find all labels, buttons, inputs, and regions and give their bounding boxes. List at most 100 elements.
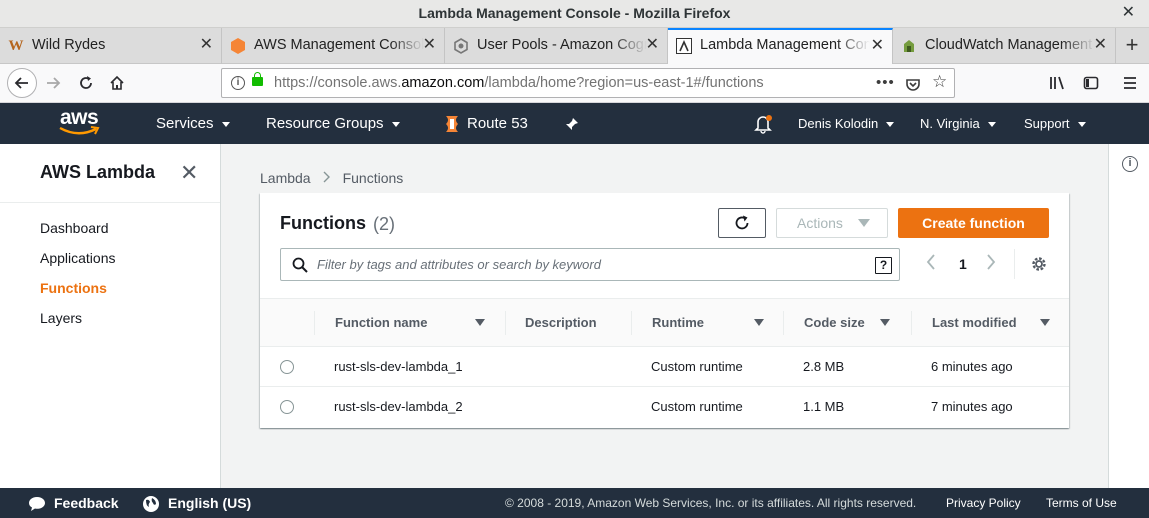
tab-bar: W Wild Rydes ✕ AWS Management Console ✕ …	[0, 28, 1149, 65]
region-menu[interactable]: N. Virginia	[920, 103, 996, 144]
sidebar-close-icon[interactable]: ✕	[180, 160, 198, 186]
library-button[interactable]	[1043, 68, 1073, 98]
window-titlebar: Lambda Management Console - Mozilla Fire…	[0, 0, 1149, 28]
forward-arrow-icon	[47, 77, 61, 89]
create-function-button[interactable]: Create function	[898, 208, 1049, 238]
refresh-icon	[735, 215, 749, 230]
function-last-modified: 6 minutes ago	[931, 359, 1013, 374]
function-code-size: 2.8 MB	[803, 359, 845, 374]
column-separator	[783, 311, 784, 335]
new-tab-button[interactable]: +	[1119, 28, 1145, 64]
hamburger-icon	[1124, 77, 1136, 89]
globe-icon	[143, 496, 159, 513]
aws-orange-hexagon-icon	[230, 38, 246, 54]
panel-title: Functions	[280, 213, 366, 233]
feedback-button[interactable]: Feedback	[28, 488, 119, 518]
page-actions-icon[interactable]: •••	[876, 69, 895, 97]
current-page[interactable]: 1	[959, 256, 967, 272]
tab-close-icon[interactable]: ✕	[423, 28, 436, 62]
column-separator	[314, 311, 315, 335]
aws-console-header: aws Services Resource Groups Route 53 De…	[0, 103, 1149, 144]
function-name-link[interactable]: rust-sls-dev-lambda_1	[334, 347, 463, 387]
table-row[interactable]: rust-sls-dev-lambda_2 Custom runtime 1.1…	[260, 387, 1069, 427]
tab-close-icon[interactable]: ✕	[200, 28, 213, 62]
sidebar-item-functions[interactable]: Functions	[40, 280, 107, 296]
terms-of-use-link[interactable]: Terms of Use	[1046, 488, 1117, 518]
privacy-policy-link[interactable]: Privacy Policy	[946, 488, 1021, 518]
tab-cloudwatch[interactable]: CloudWatch Management Console ✕	[893, 28, 1116, 64]
aws-logo[interactable]: aws	[58, 107, 104, 139]
tab-lambda[interactable]: Lambda Management Console ✕	[668, 28, 893, 65]
reload-button[interactable]	[71, 68, 101, 98]
sidebar-item-layers[interactable]: Layers	[40, 310, 82, 326]
column-description: Description	[525, 315, 597, 330]
back-button[interactable]	[7, 68, 37, 98]
tab-close-icon[interactable]: ✕	[1094, 28, 1107, 62]
url-text[interactable]: https://console.aws.amazon.com/lambda/ho…	[274, 69, 764, 97]
function-code-size: 1.1 MB	[803, 399, 845, 414]
sidebar-item-dashboard[interactable]: Dashboard	[40, 220, 109, 236]
function-count: (2)	[373, 214, 395, 234]
column-separator	[911, 311, 912, 335]
url-bar[interactable]: i https://console.aws.amazon.com/lambda/…	[221, 68, 955, 98]
forward-button[interactable]	[38, 68, 68, 98]
cloudwatch-icon	[901, 38, 917, 54]
language-selector[interactable]: English (US)	[142, 488, 251, 518]
services-menu[interactable]: Services	[156, 103, 230, 144]
table-header: Function name Description Runtime Code s…	[260, 298, 1069, 347]
sort-caret-icon	[880, 319, 890, 326]
next-page-button[interactable]	[986, 253, 996, 276]
support-menu[interactable]: Support	[1024, 103, 1086, 144]
breadcrumb-lambda[interactable]: Lambda	[260, 170, 311, 186]
tab-cognito[interactable]: User Pools - Amazon Cognito ✕	[445, 28, 668, 64]
info-icon[interactable]: i	[1122, 156, 1138, 172]
chevron-left-icon	[926, 254, 935, 270]
function-name-link[interactable]: rust-sls-dev-lambda_2	[334, 387, 463, 427]
pocket-icon[interactable]	[905, 75, 921, 103]
refresh-button[interactable]	[718, 208, 766, 238]
column-last-modified[interactable]: Last modified	[932, 299, 1050, 347]
tab-title: User Pools - Amazon Cognito	[477, 37, 647, 53]
wild-rydes-w-icon: W	[8, 38, 24, 54]
bookmark-star-icon[interactable]: ☆	[932, 68, 947, 96]
tab-aws-management-console[interactable]: AWS Management Console ✕	[222, 28, 445, 64]
secure-lock-icon[interactable]	[252, 72, 263, 86]
column-function-name[interactable]: Function name	[335, 299, 485, 347]
chevron-down-icon	[1077, 122, 1086, 128]
tab-close-icon[interactable]: ✕	[646, 28, 659, 62]
route53-shortcut[interactable]: Route 53	[443, 103, 528, 144]
help-icon[interactable]: ?	[875, 257, 892, 274]
pager-divider	[1014, 249, 1015, 279]
preferences-gear-icon[interactable]	[1030, 255, 1048, 273]
sidebar-toggle-button[interactable]	[1076, 68, 1106, 98]
filter-input[interactable]: Filter by tags and attributes or search …	[280, 248, 900, 281]
pin-icon[interactable]	[565, 103, 579, 144]
reload-icon	[80, 76, 92, 89]
console-footer: Feedback English (US) © 2008 - 2019, Ama…	[0, 488, 1149, 518]
column-code-size[interactable]: Code size	[804, 299, 890, 347]
function-last-modified: 7 minutes ago	[931, 399, 1013, 414]
home-button[interactable]	[102, 68, 132, 98]
breadcrumb: Lambda Functions	[260, 170, 403, 186]
menu-button[interactable]	[1115, 68, 1145, 98]
table-row[interactable]: rust-sls-dev-lambda_1 Custom runtime 2.8…	[260, 347, 1069, 387]
column-runtime[interactable]: Runtime	[652, 299, 764, 347]
tab-wild-rydes[interactable]: W Wild Rydes ✕	[0, 28, 222, 64]
previous-page-button[interactable]	[926, 253, 936, 276]
resource-groups-menu[interactable]: Resource Groups	[266, 103, 400, 144]
home-icon	[110, 75, 124, 90]
account-menu[interactable]: Denis Kolodin	[798, 103, 895, 144]
sort-caret-icon	[475, 319, 485, 326]
lambda-icon	[676, 38, 692, 54]
row-select-radio[interactable]	[280, 360, 294, 374]
notifications-bell[interactable]	[754, 103, 772, 144]
tab-close-icon[interactable]: ✕	[871, 30, 884, 61]
window-close-button[interactable]: ✕	[1122, 0, 1135, 26]
site-info-icon[interactable]: i	[231, 76, 245, 90]
tab-title: AWS Management Console	[254, 37, 424, 53]
function-runtime: Custom runtime	[651, 399, 743, 414]
actions-dropdown[interactable]: Actions	[776, 208, 888, 238]
sidebar-item-applications[interactable]: Applications	[40, 250, 116, 266]
row-select-radio[interactable]	[280, 400, 294, 414]
actions-label: Actions	[797, 215, 843, 231]
